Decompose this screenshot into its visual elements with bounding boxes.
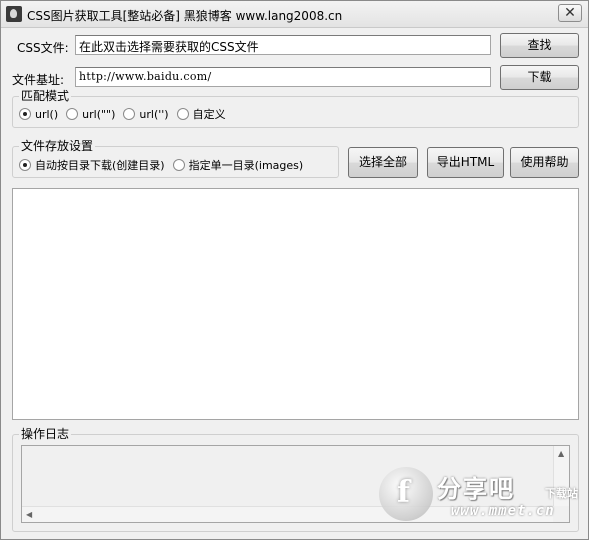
export-html-button[interactable]: 导出HTML [427, 147, 504, 178]
base-url-input[interactable]: http://www.baidu.com/ [75, 67, 491, 87]
radio-single-directory-label: 指定单一目录(images) [188, 159, 304, 172]
radio-url-single-quote[interactable] [123, 108, 136, 120]
storage-title: 文件存放设置 [19, 139, 96, 153]
find-button[interactable]: 查找 [500, 33, 579, 58]
watermark-brand: 分享吧 [437, 475, 515, 503]
radio-custom-label: 自定义 [192, 108, 226, 121]
select-all-button[interactable]: 选择全部 [348, 147, 418, 178]
scroll-up-icon[interactable]: ▲ [558, 449, 564, 458]
radio-url-double-quote[interactable] [66, 108, 79, 120]
radio-custom[interactable] [176, 108, 189, 120]
radio-url-single-quote-label: url('') [139, 107, 169, 121]
radio-auto-directory-label: 自动按目录下载(创建目录) [35, 159, 165, 172]
css-file-input[interactable]: 在此双击选择需要获取的CSS文件 [75, 35, 491, 55]
title-bar[interactable]: CSS图片获取工具[整站必备] 黑狼博客 www.lang2008.cn ✕ [1, 1, 588, 28]
radio-url-plain-label: url() [35, 107, 59, 121]
radio-url-double-quote-label: url("") [82, 107, 116, 121]
css-file-label: CSS文件: [17, 41, 69, 55]
close-icon: ✕ [564, 5, 576, 21]
match-mode-group: 匹配模式 url() url("") url('') 自定义 [12, 89, 579, 128]
scroll-left-icon[interactable]: ◀ [26, 510, 32, 519]
close-button[interactable]: ✕ [558, 4, 582, 22]
window-title: CSS图片获取工具[整站必备] 黑狼博客 www.lang2008.cn [27, 9, 343, 23]
storage-group: 文件存放设置 自动按目录下载(创建目录) 指定单一目录(images) [12, 139, 339, 178]
watermark-sub: 下载站 [545, 487, 578, 500]
help-button[interactable]: 使用帮助 [510, 147, 579, 178]
radio-auto-directory[interactable] [19, 159, 31, 171]
watermark-url: www.mmet.cn [451, 503, 555, 519]
storage-options: 自动按目录下载(创建目录) 指定单一目录(images) [19, 157, 311, 173]
radio-url-plain[interactable] [19, 108, 31, 120]
match-mode-title: 匹配模式 [19, 89, 72, 103]
watermark: f 分享吧 下载站 www.mmet.cn [379, 463, 579, 533]
base-url-label: 文件基址: [12, 73, 65, 87]
app-icon [6, 6, 22, 22]
match-mode-options: url() url("") url('') 自定义 [19, 106, 234, 122]
app-window: CSS图片获取工具[整站必备] 黑狼博客 www.lang2008.cn ✕ C… [0, 0, 589, 540]
radio-single-directory[interactable] [172, 159, 185, 171]
log-title: 操作日志 [19, 427, 72, 441]
watermark-logo-letter: f [397, 475, 410, 510]
download-button[interactable]: 下载 [500, 65, 579, 90]
file-list[interactable] [12, 188, 579, 420]
